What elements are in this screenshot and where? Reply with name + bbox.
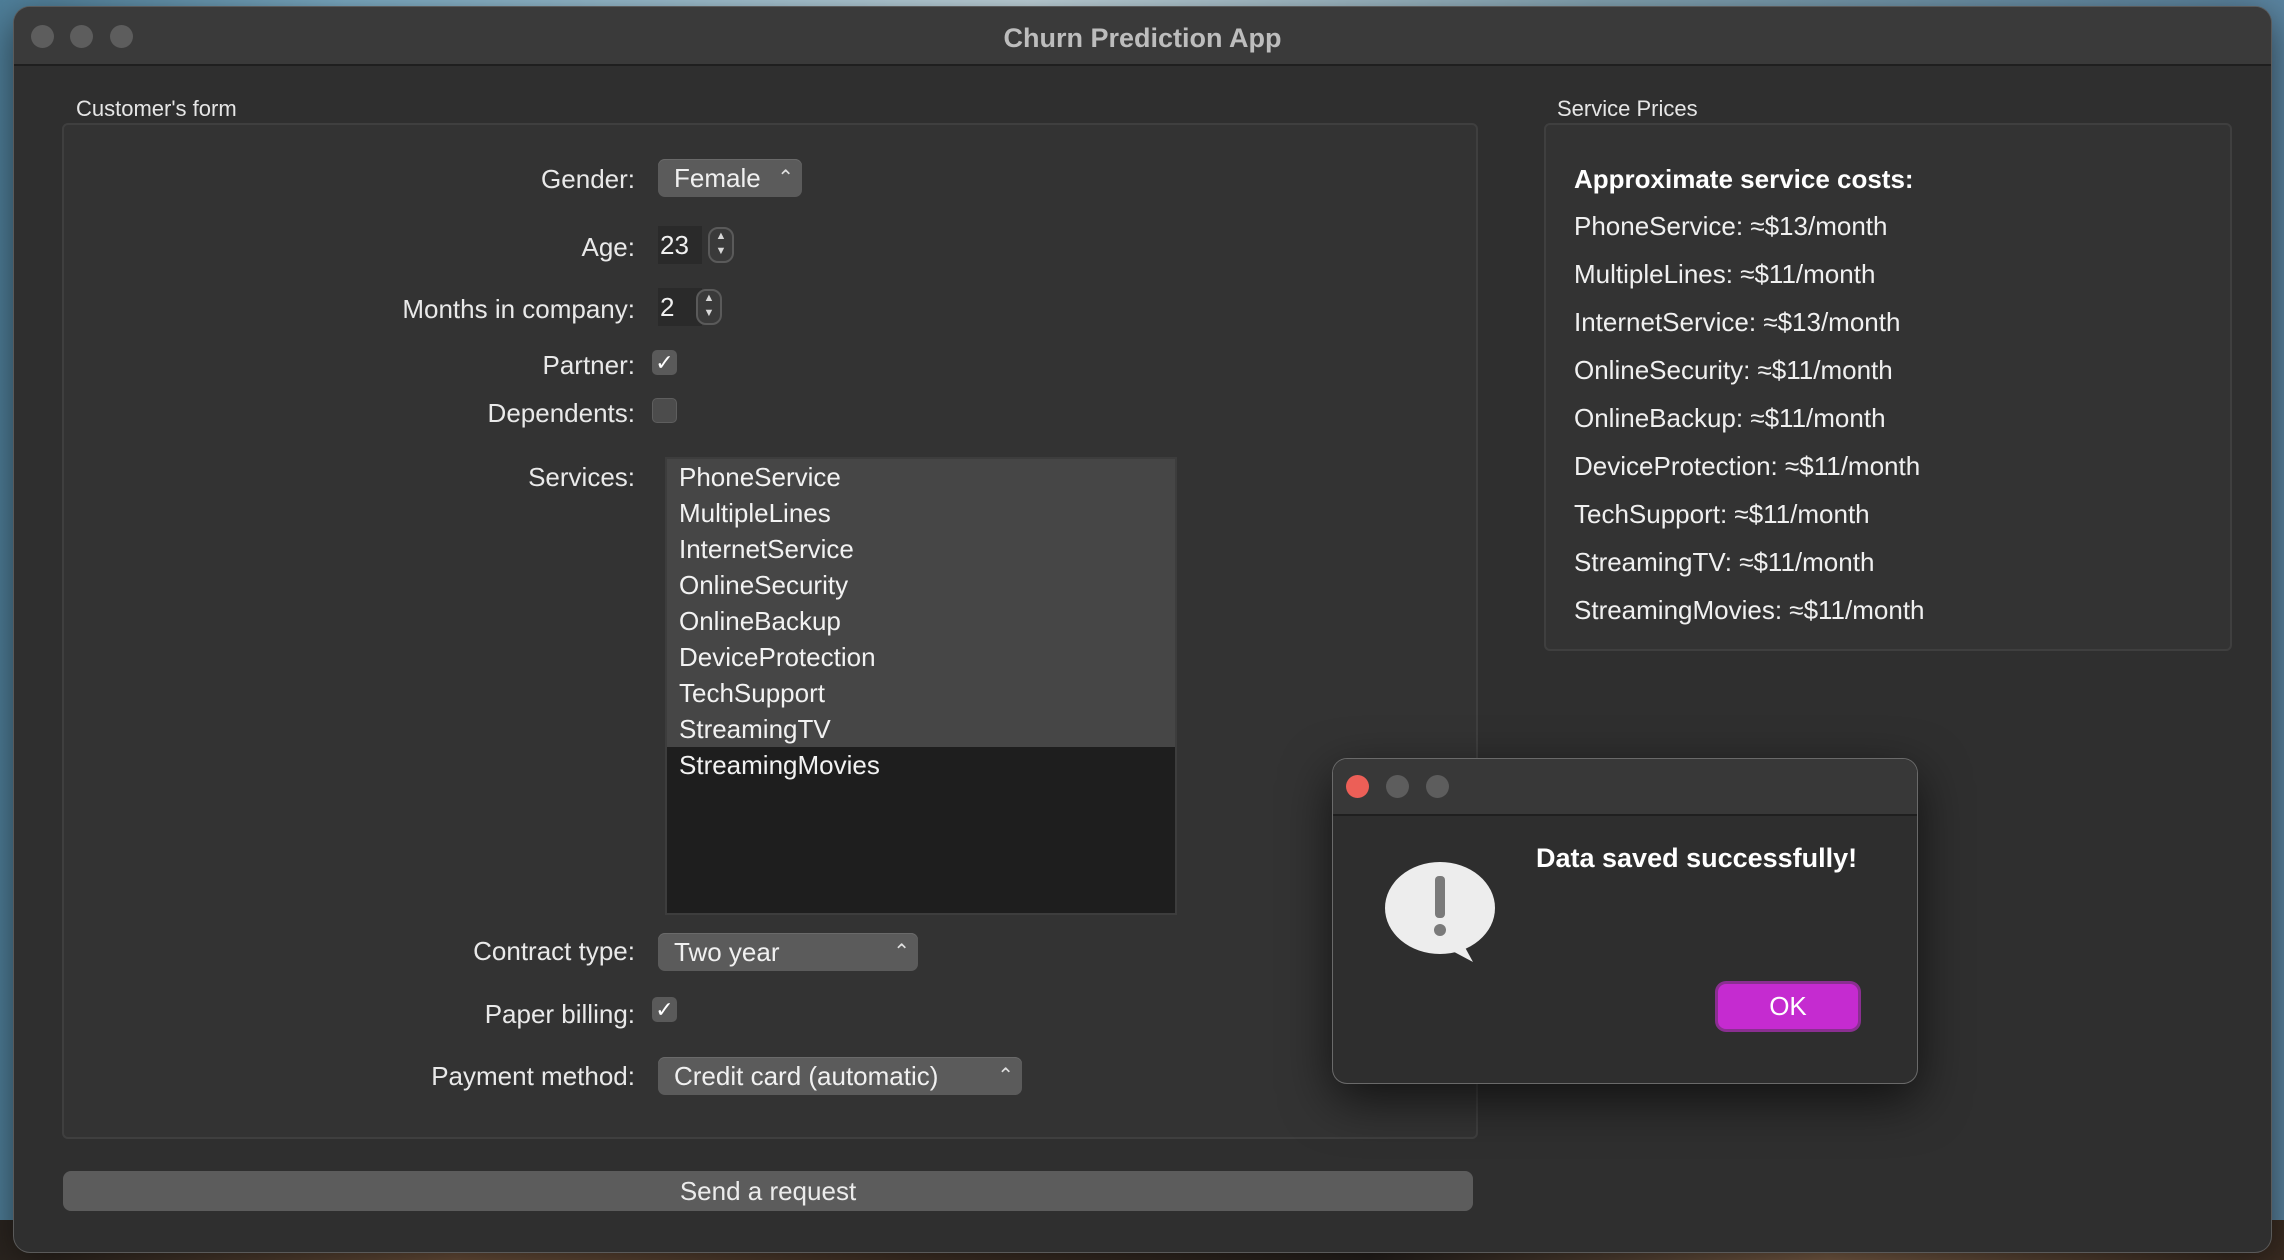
payment-select[interactable]: Credit card (automatic) ⌃ (658, 1057, 1022, 1095)
updown-chevron-icon: ⌃ (777, 167, 794, 189)
price-item: StreamingTV: ≈$11/month (1574, 547, 1875, 577)
price-item: DeviceProtection: ≈$11/month (1574, 451, 1921, 481)
dependents-checkbox[interactable] (652, 398, 677, 423)
send-request-button[interactable]: Send a request (63, 1171, 1473, 1211)
list-item[interactable]: OnlineSecurity (667, 567, 1175, 603)
dialog-close-button[interactable] (1346, 775, 1369, 798)
list-item[interactable]: MultipleLines (667, 495, 1175, 531)
payment-value: Credit card (automatic) (674, 1061, 939, 1091)
partner-checkbox[interactable]: ✓ (652, 350, 677, 375)
price-item: TechSupport: ≈$11/month (1574, 499, 1870, 529)
price-item: PhoneService: ≈$13/month (1574, 211, 1888, 241)
exclamation-speech-bubble-icon (1385, 862, 1495, 962)
dialog-message: Data saved successfully! (1536, 843, 1858, 873)
main-window: Churn Prediction App Customer's form Gen… (14, 7, 2271, 1252)
success-dialog: Data saved successfully! OK (1333, 759, 1917, 1083)
updown-chevron-icon: ⌃ (997, 1065, 1014, 1087)
dialog-title-bar[interactable] (1333, 759, 1917, 816)
price-item: MultipleLines: ≈$11/month (1574, 259, 1876, 289)
list-item[interactable]: OnlineBackup (667, 603, 1175, 639)
price-item: InternetService: ≈$13/month (1574, 307, 1901, 337)
months-stepper[interactable]: ▲ ▼ (696, 289, 722, 325)
gender-value: Female (674, 163, 761, 193)
payment-label: Payment method: (431, 1061, 635, 1091)
updown-chevron-icon: ⌃ (893, 941, 910, 963)
gender-label: Gender: (541, 164, 635, 194)
customer-form-title: Customer's form (76, 96, 237, 121)
price-item: OnlineSecurity: ≈$11/month (1574, 355, 1893, 385)
checkmark-icon: ✓ (655, 350, 674, 375)
price-item: OnlineBackup: ≈$11/month (1574, 403, 1886, 433)
contract-label: Contract type: (473, 936, 635, 966)
list-item[interactable]: TechSupport (667, 675, 1175, 711)
dependents-label: Dependents: (487, 398, 635, 428)
dialog-zoom-button (1426, 775, 1449, 798)
list-item[interactable]: StreamingMovies (667, 747, 1175, 783)
paper-billing-checkbox[interactable]: ✓ (652, 997, 677, 1022)
contract-select[interactable]: Two year ⌃ (658, 933, 918, 971)
checkmark-icon: ✓ (655, 997, 674, 1022)
gender-select[interactable]: Female ⌃ (658, 159, 802, 197)
age-label: Age: (581, 232, 636, 262)
months-label: Months in company: (402, 294, 635, 324)
age-input[interactable]: 23 (658, 226, 702, 264)
services-list[interactable]: PhoneService MultipleLines InternetServi… (665, 457, 1177, 915)
paper-billing-label: Paper billing: (484, 999, 635, 1029)
contract-value: Two year (674, 937, 780, 967)
partner-label: Partner: (542, 350, 636, 380)
window-title: Churn Prediction App (1003, 23, 1282, 53)
title-bar[interactable]: Churn Prediction App (14, 7, 2271, 66)
age-stepper[interactable]: ▲ ▼ (708, 227, 734, 263)
list-item[interactable]: DeviceProtection (667, 639, 1175, 675)
service-prices-title: Service Prices (1557, 96, 1698, 121)
prices-heading: Approximate service costs: (1574, 164, 1914, 194)
ok-button[interactable]: OK (1718, 984, 1858, 1029)
dialog-minimize-button (1386, 775, 1409, 798)
services-label: Services: (528, 462, 635, 492)
list-item[interactable]: InternetService (667, 531, 1175, 567)
list-item[interactable]: PhoneService (667, 459, 1175, 495)
list-item[interactable]: StreamingTV (667, 711, 1175, 747)
price-item: StreamingMovies: ≈$11/month (1574, 595, 1925, 625)
